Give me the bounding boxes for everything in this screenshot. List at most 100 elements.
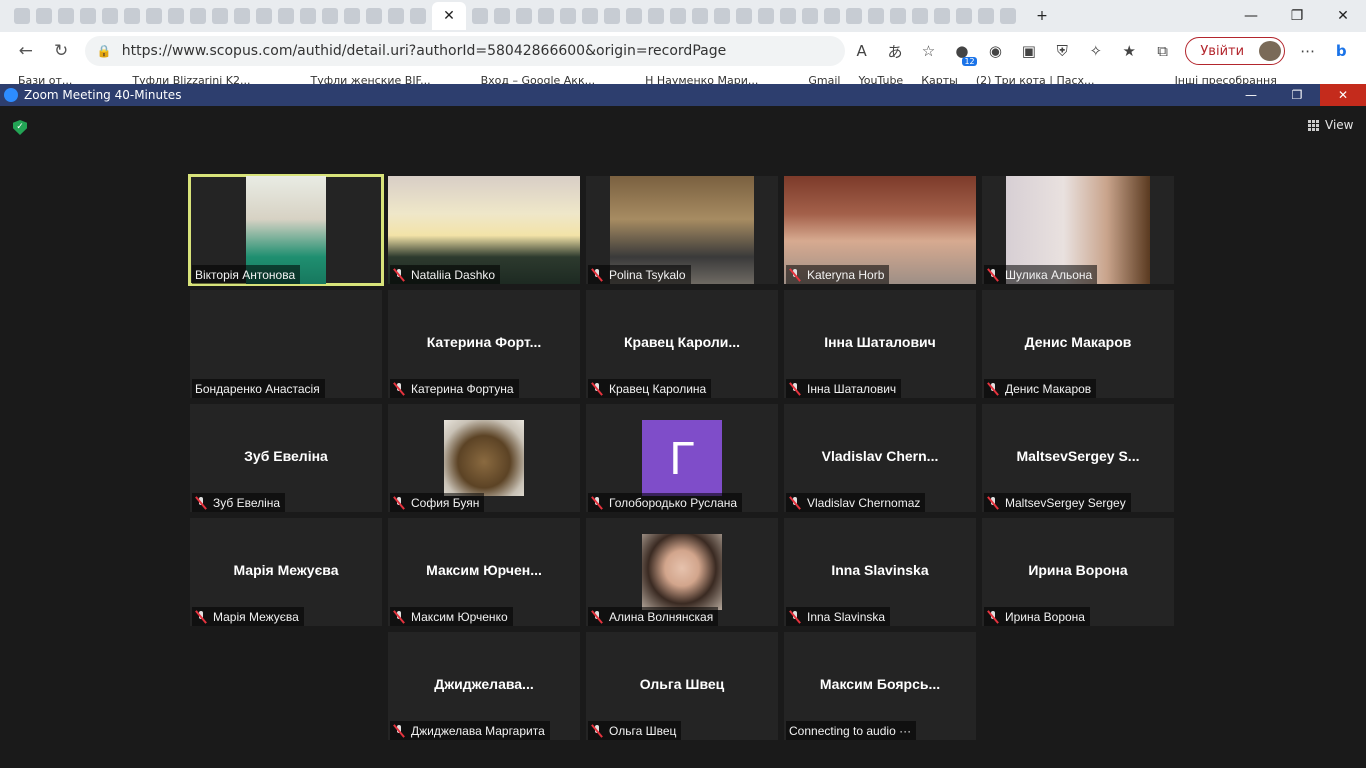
extension-icon[interactable]: ◉	[979, 36, 1012, 66]
bookmark-item[interactable]: Туфли женские BIF...	[310, 74, 430, 84]
tab-icon[interactable]	[212, 8, 228, 24]
tab-icon[interactable]	[890, 8, 906, 24]
security-shield-icon[interactable]: ✓	[13, 120, 27, 135]
favorites-icon[interactable]: ★	[1112, 36, 1145, 66]
collections-icon[interactable]: ⧉	[1146, 36, 1179, 66]
tab-icon[interactable]	[582, 8, 598, 24]
minimize-icon[interactable]: —	[1228, 0, 1274, 32]
new-tab-icon[interactable]: +	[1019, 0, 1065, 32]
tab-icon[interactable]	[780, 8, 796, 24]
tab-icon[interactable]	[626, 8, 642, 24]
participant-tile[interactable]: Максим Юрчен... Максим Юрченко	[388, 518, 580, 626]
participant-tile[interactable]: Kateryna Horb	[784, 176, 976, 284]
participant-tile[interactable]: Ирина Ворона Ирина Ворона	[982, 518, 1174, 626]
tab-icon[interactable]	[234, 8, 250, 24]
read-aloud-icon[interactable]: A	[845, 36, 878, 66]
tab-icon[interactable]	[300, 8, 316, 24]
favorite-add-icon[interactable]: ☆	[912, 36, 945, 66]
shield-extension-icon[interactable]: ⛨	[1046, 36, 1079, 66]
tab-icon[interactable]	[802, 8, 818, 24]
bookmark-item[interactable]: Вход – Google Акк...	[481, 74, 595, 84]
participant-tile[interactable]: Марія Межуєва Марія Межуєва	[190, 518, 382, 626]
tab-icon[interactable]	[344, 8, 360, 24]
bookmark-item[interactable]: Gmail	[808, 74, 840, 84]
tab-icon[interactable]	[560, 8, 576, 24]
tab-icon[interactable]	[604, 8, 620, 24]
more-icon[interactable]: ⋯	[1291, 36, 1324, 66]
participant-tile[interactable]: Алина Волнянская	[586, 518, 778, 626]
tab-icon[interactable]	[538, 8, 554, 24]
tab-icon[interactable]	[36, 8, 52, 24]
bookmark-item[interactable]: Туфли Blizzarini K2...	[132, 74, 250, 84]
tab-icon[interactable]	[692, 8, 708, 24]
tab-icon[interactable]	[124, 8, 140, 24]
tab-icon[interactable]	[934, 8, 950, 24]
tab-icon[interactable]	[190, 8, 206, 24]
participant-tile[interactable]: Максим Боярсь... Connecting to audio ···	[784, 632, 976, 740]
participant-tile[interactable]: Денис Макаров Денис Макаров	[982, 290, 1174, 398]
translate-icon[interactable]: あ	[878, 36, 911, 66]
active-tab-close-icon[interactable]: ✕	[432, 2, 466, 30]
tab-icon[interactable]	[956, 8, 972, 24]
tab-icon[interactable]	[322, 8, 338, 24]
tab-icon[interactable]	[516, 8, 532, 24]
tab-icon[interactable]	[278, 8, 294, 24]
refresh-icon[interactable]: ↻	[43, 35, 78, 67]
zoom-restore-icon[interactable]: ❐	[1274, 84, 1320, 106]
restore-icon[interactable]: ❐	[1274, 0, 1320, 32]
tab-icon[interactable]	[846, 8, 862, 24]
tab-icon[interactable]	[168, 8, 184, 24]
participant-tile[interactable]: Бондаренко Анастасія	[190, 290, 382, 398]
participant-tile[interactable]: Шулика Альона	[982, 176, 1174, 284]
participant-tile[interactable]: Інна Шаталович Інна Шаталович	[784, 290, 976, 398]
bookmark-item[interactable]: (2) Три кота | Пасх...	[976, 74, 1095, 84]
tab-icon[interactable]	[494, 8, 510, 24]
participant-tile[interactable]: MaltsevSergey S... MaltsevSergey Sergey	[982, 404, 1174, 512]
view-button[interactable]: View	[1308, 118, 1353, 132]
tab-icon[interactable]	[824, 8, 840, 24]
extension-icon[interactable]: ▣	[1012, 36, 1045, 66]
tab-icon[interactable]	[912, 8, 928, 24]
tab-icon[interactable]	[472, 8, 488, 24]
tab-icon[interactable]	[978, 8, 994, 24]
tab-icon[interactable]	[714, 8, 730, 24]
tab-icon[interactable]	[670, 8, 686, 24]
bookmark-item[interactable]: Бази от...	[18, 74, 72, 84]
tab-icon[interactable]	[868, 8, 884, 24]
tab-icon[interactable]	[256, 8, 272, 24]
tab-icon[interactable]	[1000, 8, 1016, 24]
tab-icon[interactable]	[736, 8, 752, 24]
tab-icon[interactable]	[410, 8, 426, 24]
extensions-icon[interactable]: ✧	[1079, 36, 1112, 66]
bookmark-item[interactable]: Карты	[921, 74, 958, 84]
zoom-close-icon[interactable]: ✕	[1320, 84, 1366, 106]
bookmark-item[interactable]: YouTube	[858, 74, 903, 84]
zoom-minimize-icon[interactable]: —	[1228, 84, 1274, 106]
tab-icon[interactable]	[388, 8, 404, 24]
bing-icon[interactable]: b	[1325, 36, 1358, 66]
tab-icon[interactable]	[366, 8, 382, 24]
participant-tile[interactable]: Зуб Евеліна Зуб Евеліна	[190, 404, 382, 512]
url-field[interactable]: 🔒 https://www.scopus.com/authid/detail.u…	[84, 36, 845, 66]
extension-icon[interactable]: ● 12	[945, 36, 978, 66]
back-icon[interactable]: ←	[8, 35, 43, 67]
participant-tile[interactable]: Джиджелава... Джиджелава Маргарита	[388, 632, 580, 740]
tab-actions-icon[interactable]	[14, 8, 30, 24]
participant-tile[interactable]: Г Голобородько Руслана	[586, 404, 778, 512]
tab-icon[interactable]	[648, 8, 664, 24]
participant-tile[interactable]: Ольга Швец Ольга Швец	[586, 632, 778, 740]
participant-tile[interactable]: Nataliia Dashko	[388, 176, 580, 284]
participant-tile[interactable]: Кравец Кароли... Кравец Каролина	[586, 290, 778, 398]
tab-icon[interactable]	[58, 8, 74, 24]
participant-tile[interactable]: Vladislav Chern... Vladislav Chernomaz	[784, 404, 976, 512]
participant-tile[interactable]: Катерина Форт... Катерина Фортуна	[388, 290, 580, 398]
close-icon[interactable]: ✕	[1320, 0, 1366, 32]
bookmark-item[interactable]: Н Науменко Мари...	[645, 74, 758, 84]
tab-icon[interactable]	[146, 8, 162, 24]
participant-tile[interactable]: Вікторія Антонова	[188, 174, 384, 286]
participant-tile[interactable]: Inna Slavinska Inna Slavinska	[784, 518, 976, 626]
participant-tile[interactable]: София Буян	[388, 404, 580, 512]
participant-tile[interactable]: Polina Tsykalo	[586, 176, 778, 284]
tab-icon[interactable]	[80, 8, 96, 24]
login-button[interactable]: Увійти	[1185, 37, 1286, 65]
